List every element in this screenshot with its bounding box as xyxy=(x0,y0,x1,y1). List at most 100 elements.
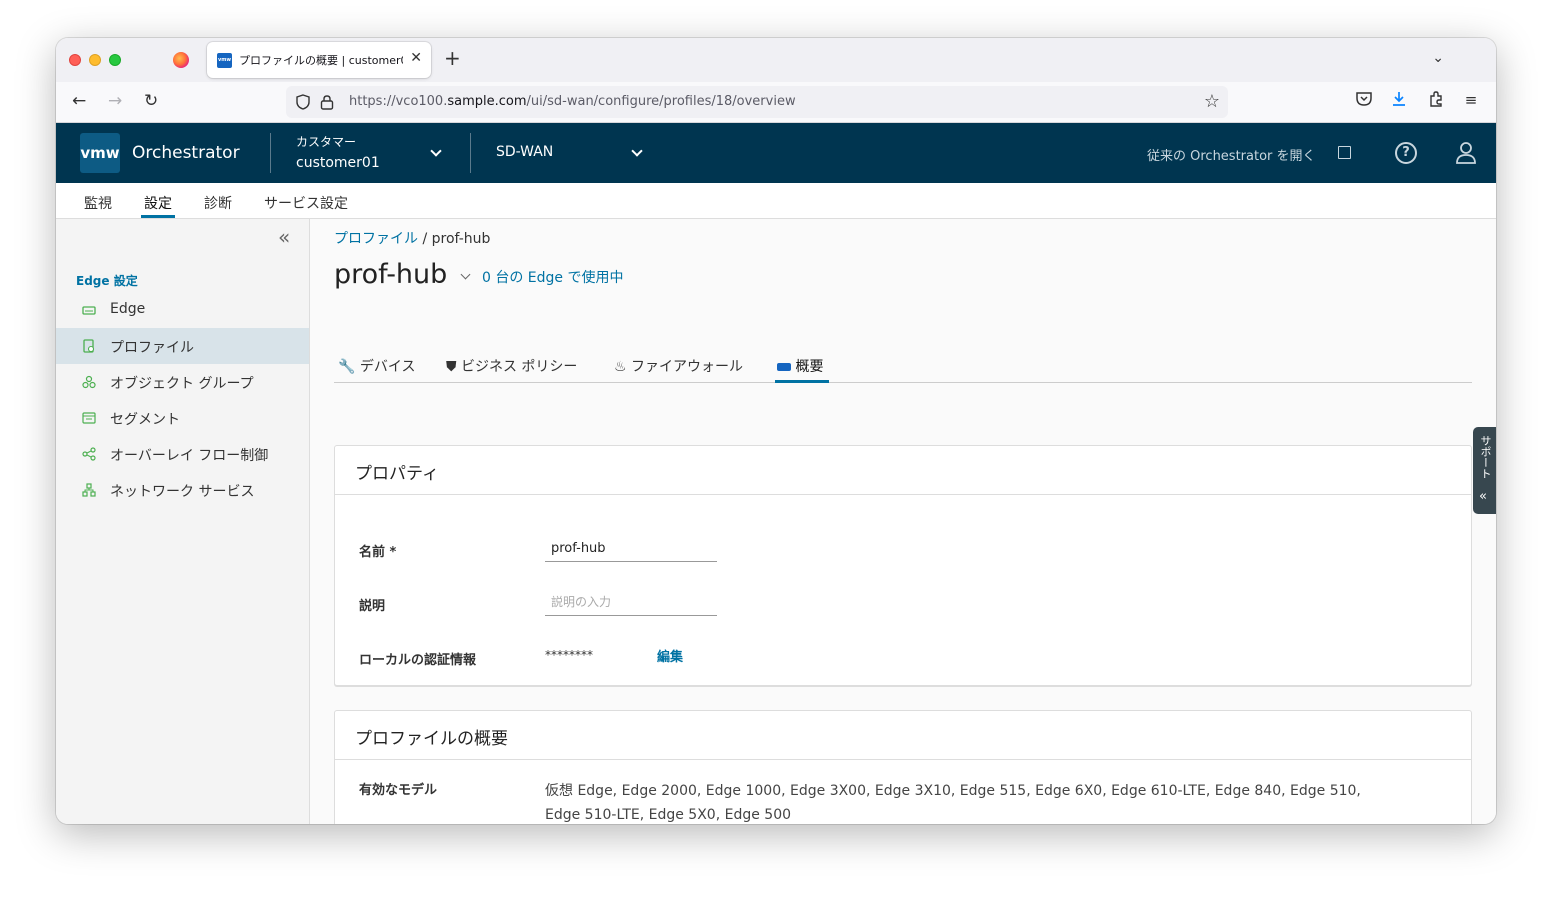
external-link-icon[interactable] xyxy=(1338,146,1351,159)
browser-window: vmw プロファイルの概要 | customer01 ✕ + ⌄ ← → ↻ h… xyxy=(56,38,1496,824)
subnav-service-settings[interactable]: サービス設定 xyxy=(264,193,348,213)
tab-device[interactable]: 🔧 デバイス xyxy=(338,356,415,376)
url-text[interactable]: https://vco100.sample.com/ui/sd-wan/conf… xyxy=(349,94,796,109)
breadcrumb-profiles-link[interactable]: プロファイル xyxy=(334,231,418,247)
models-value: 仮想 Edge, Edge 2000, Edge 1000, Edge 3X00… xyxy=(545,783,1361,823)
sidebar-item-edge[interactable]: Edge xyxy=(56,292,309,328)
legacy-orchestrator-link[interactable]: 従来の Orchestrator を開く xyxy=(1147,145,1316,164)
chevron-down-icon[interactable] xyxy=(631,145,643,157)
local-credentials-value: ******** xyxy=(545,648,593,662)
subnav-diagnostics[interactable]: 診断 xyxy=(204,193,232,213)
vmw-favicon-icon: vmw xyxy=(217,53,232,68)
customer-label: カスタマー xyxy=(296,135,357,149)
properties-card: プロパティ 名前 * 説明 ローカルの認証情報 ******** 編集 xyxy=(334,445,1472,686)
lock-icon[interactable] xyxy=(320,94,334,110)
profile-icon xyxy=(83,339,95,353)
profile-overview-card: プロファイルの概要 有効なモデル 仮想 Edge, Edge 2000, Edg… xyxy=(334,710,1472,824)
page-title: prof-hub xyxy=(334,259,448,290)
app-header: vmw Orchestrator カスタマー customer01 SD-WAN… xyxy=(56,123,1496,183)
sidebar-item-segments[interactable]: セグメント xyxy=(56,400,309,436)
network-service-icon xyxy=(82,483,96,497)
tab-label: 概要 xyxy=(795,359,824,375)
sidebar-item-label: プロファイル xyxy=(110,340,194,356)
properties-title: プロパティ xyxy=(355,464,439,484)
help-icon[interactable]: ? xyxy=(1395,142,1417,164)
tab-label: ファイアウォール xyxy=(631,359,744,375)
close-window-button[interactable] xyxy=(69,54,81,66)
tab-business-policy[interactable]: ⛊ ビジネス ポリシー xyxy=(446,356,577,376)
sidebar-item-label: オーバーレイ フロー制御 xyxy=(110,448,269,464)
url-path: /ui/sd-wan/configure/profiles/18/overvie… xyxy=(526,94,796,109)
menu-icon[interactable]: ≡ xyxy=(1461,90,1481,110)
sidebar-item-label: Edge xyxy=(110,301,146,317)
tab-title: プロファイルの概要 | customer01 xyxy=(239,54,403,67)
sidebar: « Edge 設定 Edge プロファイル オブジェクト グループ セグメント … xyxy=(56,219,310,824)
sidebar-item-profile[interactable]: プロファイル xyxy=(56,328,309,364)
subnav-configure[interactable]: 設定 xyxy=(144,193,172,213)
sidebar-item-overlay-flow-control[interactable]: オーバーレイ フロー制御 xyxy=(56,436,309,472)
navigation-bar: ← → ↻ https://vco100.sample.com/ui/sd-wa… xyxy=(56,82,1496,123)
tab-strip: vmw プロファイルの概要 | customer01 ✕ + ⌄ xyxy=(56,38,1496,82)
product-name: SD-WAN xyxy=(496,144,554,160)
shield-icon[interactable] xyxy=(296,94,310,110)
bookmark-star-icon[interactable]: ☆ xyxy=(1204,91,1220,112)
pocket-icon[interactable] xyxy=(1354,90,1374,110)
browser-tab[interactable]: vmw プロファイルの概要 | customer01 ✕ xyxy=(207,42,431,78)
overview-icon xyxy=(777,363,791,371)
expand-support-icon[interactable]: « xyxy=(1479,489,1487,504)
breadcrumb-separator: / xyxy=(418,231,432,247)
tab-label: デバイス xyxy=(359,359,416,375)
breadcrumb-current: prof-hub xyxy=(431,231,491,247)
tab-overview[interactable]: 概要 xyxy=(777,356,823,376)
local-credentials-label: ローカルの認証情報 xyxy=(359,653,477,668)
segment-icon xyxy=(82,412,96,424)
sidebar-item-label: ネットワーク サービス xyxy=(110,484,255,500)
collapse-sidebar-icon[interactable]: « xyxy=(278,225,290,249)
sidebar-item-network-services[interactable]: ネットワーク サービス xyxy=(56,472,309,508)
forward-button[interactable]: → xyxy=(108,90,122,112)
overlay-flow-icon xyxy=(82,447,96,461)
card-header: プロパティ xyxy=(335,446,1471,495)
edit-credentials-link[interactable]: 編集 xyxy=(657,646,683,665)
subnav-monitor[interactable]: 監視 xyxy=(84,193,112,213)
name-input[interactable] xyxy=(545,536,717,562)
main-content: プロファイル / prof-hub prof-hub 0 台の Edge で使用… xyxy=(310,219,1496,824)
minimize-window-button[interactable] xyxy=(89,54,101,66)
breadcrumb: プロファイル / prof-hub xyxy=(334,228,490,248)
sub-navigation: 監視 設定 診断 サービス設定 xyxy=(56,183,1496,219)
list-tabs-chevron-icon[interactable]: ⌄ xyxy=(1432,50,1444,66)
edge-icon xyxy=(82,306,96,315)
fire-icon: ♨ xyxy=(614,359,627,375)
maximize-window-button[interactable] xyxy=(109,54,121,66)
url-bar[interactable]: https://vco100.sample.com/ui/sd-wan/conf… xyxy=(286,86,1228,118)
new-tab-button[interactable]: + xyxy=(444,48,461,68)
back-button[interactable]: ← xyxy=(72,90,86,112)
sidebar-item-label: オブジェクト グループ xyxy=(110,376,254,392)
reload-button[interactable]: ↻ xyxy=(144,90,158,112)
header-divider xyxy=(470,133,471,173)
shield-icon: ⛊ xyxy=(446,359,457,375)
header-divider xyxy=(270,133,271,173)
sidebar-section-title: Edge 設定 xyxy=(76,274,138,288)
card-header: プロファイルの概要 xyxy=(335,711,1471,760)
tab-close-icon[interactable]: ✕ xyxy=(410,50,422,66)
wrench-icon: 🔧 xyxy=(338,359,356,375)
tab-firewall[interactable]: ♨ ファイアウォール xyxy=(614,356,743,376)
support-tab[interactable]: サポート « xyxy=(1473,427,1496,514)
url-prefix: https://vco100. xyxy=(349,94,448,109)
object-group-icon xyxy=(82,375,96,389)
description-input[interactable] xyxy=(545,590,717,616)
app-name: Orchestrator xyxy=(132,143,240,163)
user-icon[interactable] xyxy=(1456,141,1476,165)
profile-overview-title: プロファイルの概要 xyxy=(355,729,508,749)
name-label: 名前 * xyxy=(359,545,397,560)
downloads-icon[interactable] xyxy=(1389,90,1409,110)
profile-switch-chevron-icon[interactable] xyxy=(460,269,471,280)
extensions-icon[interactable] xyxy=(1426,90,1446,110)
vmw-logo[interactable]: vmw xyxy=(80,133,120,173)
sidebar-item-object-groups[interactable]: オブジェクト グループ xyxy=(56,364,309,400)
description-label: 説明 xyxy=(359,599,386,614)
firefox-icon xyxy=(173,52,189,68)
chevron-down-icon[interactable] xyxy=(430,145,442,157)
edge-usage-link[interactable]: 0 台の Edge で使用中 xyxy=(482,267,624,287)
